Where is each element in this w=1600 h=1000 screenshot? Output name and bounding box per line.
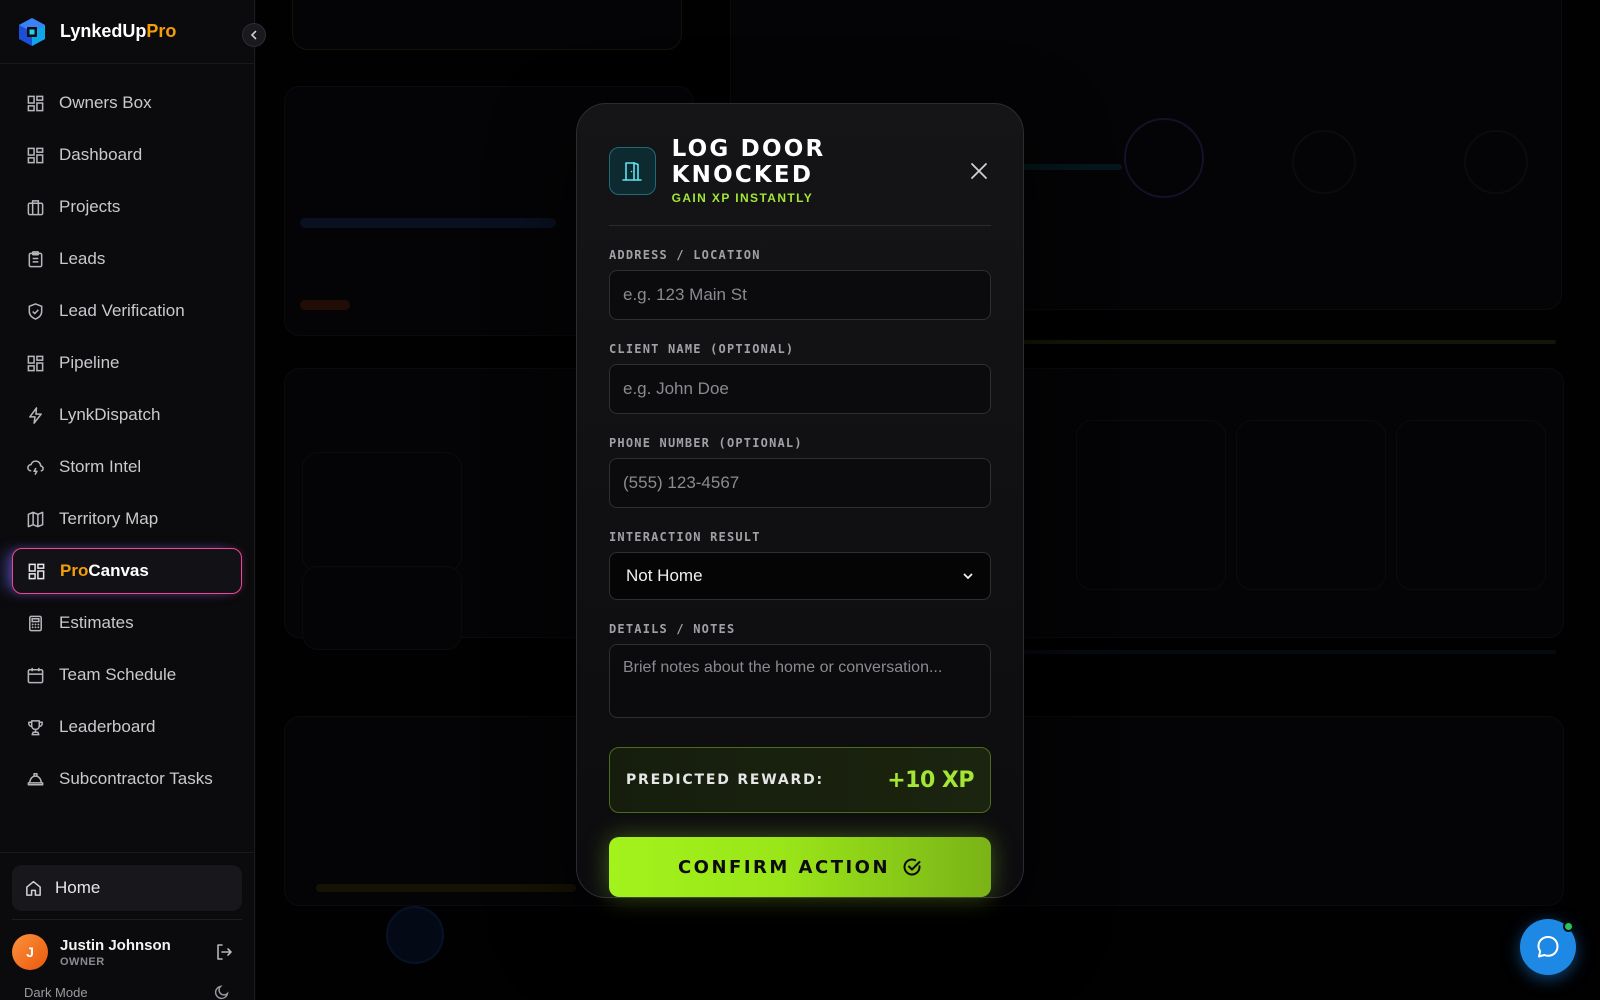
- sidebar-item-team-schedule[interactable]: Team Schedule: [12, 652, 242, 698]
- shield-check-icon: [28, 302, 43, 320]
- home-icon: [26, 880, 41, 896]
- grid-icon: [28, 563, 45, 579]
- sidebar-item-label: Leads: [59, 249, 106, 268]
- close-icon: [971, 162, 988, 179]
- user-profile: J Justin Johnson OWNER: [12, 919, 242, 978]
- sidebar-item-label: LynkDispatch: [59, 405, 161, 424]
- clipboard-icon: [28, 250, 43, 267]
- chat-button[interactable]: [1520, 919, 1576, 975]
- sidebar-item-lead-verification[interactable]: Lead Verification: [12, 288, 242, 334]
- logout-icon[interactable]: [214, 942, 234, 962]
- notes-field-group: DETAILS / NOTES: [609, 622, 991, 723]
- cloud-lightning-icon: [27, 459, 44, 475]
- grid-icon: [27, 147, 44, 163]
- sidebar-item-projects[interactable]: Projects: [12, 184, 242, 230]
- user-name: Justin Johnson: [60, 936, 171, 954]
- sidebar-item-dashboard[interactable]: Dashboard: [12, 132, 242, 178]
- sidebar-item-label-accent: Pro: [60, 561, 89, 580]
- log-door-knocked-modal: LOG DOOR KNOCKED GAIN XP INSTANTLY ADDRE…: [576, 103, 1024, 898]
- sidebar-item-lynkdispatch[interactable]: LynkDispatch: [12, 392, 242, 438]
- phone-number-label: PHONE NUMBER (OPTIONAL): [609, 436, 803, 450]
- map-icon: [27, 511, 44, 527]
- sidebar-item-label: Storm Intel: [59, 457, 142, 476]
- brand-logo-icon: [19, 17, 45, 46]
- brand-header: LynkedUpPro: [0, 0, 266, 64]
- sidebar-item-label: Projects: [59, 197, 121, 216]
- sidebar-item-leads[interactable]: Leads: [12, 236, 242, 282]
- grid-icon: [27, 95, 44, 111]
- grid-icon: [27, 355, 44, 371]
- interaction-result-value: Not Home: [626, 566, 703, 585]
- sidebar-item-label: Lead Verification: [59, 301, 185, 320]
- check-circle-icon: [903, 858, 921, 876]
- client-field-group: CLIENT NAME (OPTIONAL): [609, 342, 991, 414]
- avatar[interactable]: J: [12, 934, 48, 970]
- sidebar-nav: Owners Box Dashboard Projects Leads Lead…: [0, 64, 254, 852]
- dark-mode-toggle[interactable]: Dark Mode: [12, 978, 242, 1000]
- home-label: Home: [55, 878, 101, 897]
- sidebar: LynkedUpPro Owners Box Dashboard Project…: [0, 0, 266, 1000]
- sidebar-footer: Home J Justin Johnson OWNER Dark Mode: [0, 852, 254, 1000]
- interaction-result-select[interactable]: Not Home: [609, 552, 991, 600]
- phone-field-group: PHONE NUMBER (OPTIONAL): [609, 436, 991, 508]
- address-input[interactable]: [609, 270, 991, 320]
- modal-subtitle: GAIN XP INSTANTLY: [671, 191, 814, 205]
- sidebar-item-procanvas[interactable]: ProCanvas: [12, 548, 242, 594]
- details-notes-label: DETAILS / NOTES: [609, 622, 736, 636]
- confirm-action-button[interactable]: CONFIRM ACTION: [609, 837, 991, 897]
- details-notes-textarea[interactable]: [609, 644, 991, 718]
- predicted-reward-value: +10 XP: [887, 767, 974, 793]
- sidebar-item-estimates[interactable]: Estimates: [12, 600, 242, 646]
- sidebar-item-label: Dashboard: [59, 145, 143, 164]
- result-field-group: INTERACTION RESULT Not Home: [609, 530, 991, 600]
- door-icon-container: [609, 146, 656, 195]
- brand-name-main: LynkedUp: [60, 21, 147, 41]
- sidebar-item-pipeline[interactable]: Pipeline: [12, 340, 242, 386]
- sidebar-item-owners-box[interactable]: Owners Box: [12, 80, 242, 126]
- chat-bubble-icon: [1537, 936, 1559, 958]
- sidebar-item-label: Pipeline: [59, 353, 120, 372]
- sidebar-item-label: Subcontractor Tasks: [59, 769, 213, 788]
- modal-header: LOG DOOR KNOCKED GAIN XP INSTANTLY: [609, 136, 991, 226]
- predicted-reward-panel: PREDICTED REWARD: +10 XP: [609, 747, 991, 813]
- sidebar-item-label: Owners Box: [59, 93, 152, 112]
- address-label: ADDRESS / LOCATION: [609, 248, 761, 262]
- client-name-input[interactable]: [609, 364, 991, 414]
- modal-title: LOG DOOR KNOCKED: [671, 136, 826, 188]
- moon-icon: [214, 985, 229, 1000]
- sidebar-item-storm-intel[interactable]: Storm Intel: [12, 444, 242, 490]
- sidebar-item-label: ProCanvas: [60, 561, 149, 581]
- sidebar-item-territory-map[interactable]: Territory Map: [12, 496, 242, 542]
- user-role: OWNER: [60, 955, 105, 968]
- client-name-label: CLIENT NAME (OPTIONAL): [609, 342, 795, 356]
- predicted-reward-label: PREDICTED REWARD:: [626, 772, 824, 788]
- sidebar-item-subcontractor-tasks[interactable]: Subcontractor Tasks: [12, 756, 242, 802]
- sidebar-item-label: Leaderboard: [59, 717, 156, 736]
- sidebar-item-label-main: Canvas: [88, 561, 149, 580]
- brand-name[interactable]: LynkedUpPro: [60, 21, 176, 42]
- sidebar-item-home[interactable]: Home: [12, 865, 242, 911]
- hard-hat-icon: [27, 772, 44, 785]
- sidebar-item-label: Territory Map: [59, 509, 159, 528]
- calculator-icon: [29, 615, 42, 631]
- confirm-action-label: CONFIRM ACTION: [677, 856, 891, 878]
- collapse-sidebar-button[interactable]: [242, 23, 266, 47]
- sidebar-item-label: Estimates: [59, 613, 134, 632]
- chevron-down-icon: [963, 573, 973, 580]
- chevron-left-icon: [250, 30, 257, 40]
- address-field-group: ADDRESS / LOCATION: [609, 248, 991, 320]
- phone-number-input[interactable]: [609, 458, 991, 508]
- interaction-result-label: INTERACTION RESULT: [609, 530, 761, 544]
- briefcase-icon: [27, 199, 44, 215]
- calendar-icon: [27, 667, 44, 683]
- online-status-dot: [1563, 921, 1574, 932]
- trophy-icon: [28, 719, 43, 735]
- dark-mode-label: Dark Mode: [24, 984, 88, 1000]
- close-button[interactable]: [968, 159, 991, 183]
- sidebar-item-label: Team Schedule: [59, 665, 177, 684]
- sidebar-item-leaderboard[interactable]: Leaderboard: [12, 704, 242, 750]
- door-icon: [622, 161, 643, 181]
- zap-icon: [29, 406, 42, 424]
- brand-name-accent: Pro: [146, 21, 177, 41]
